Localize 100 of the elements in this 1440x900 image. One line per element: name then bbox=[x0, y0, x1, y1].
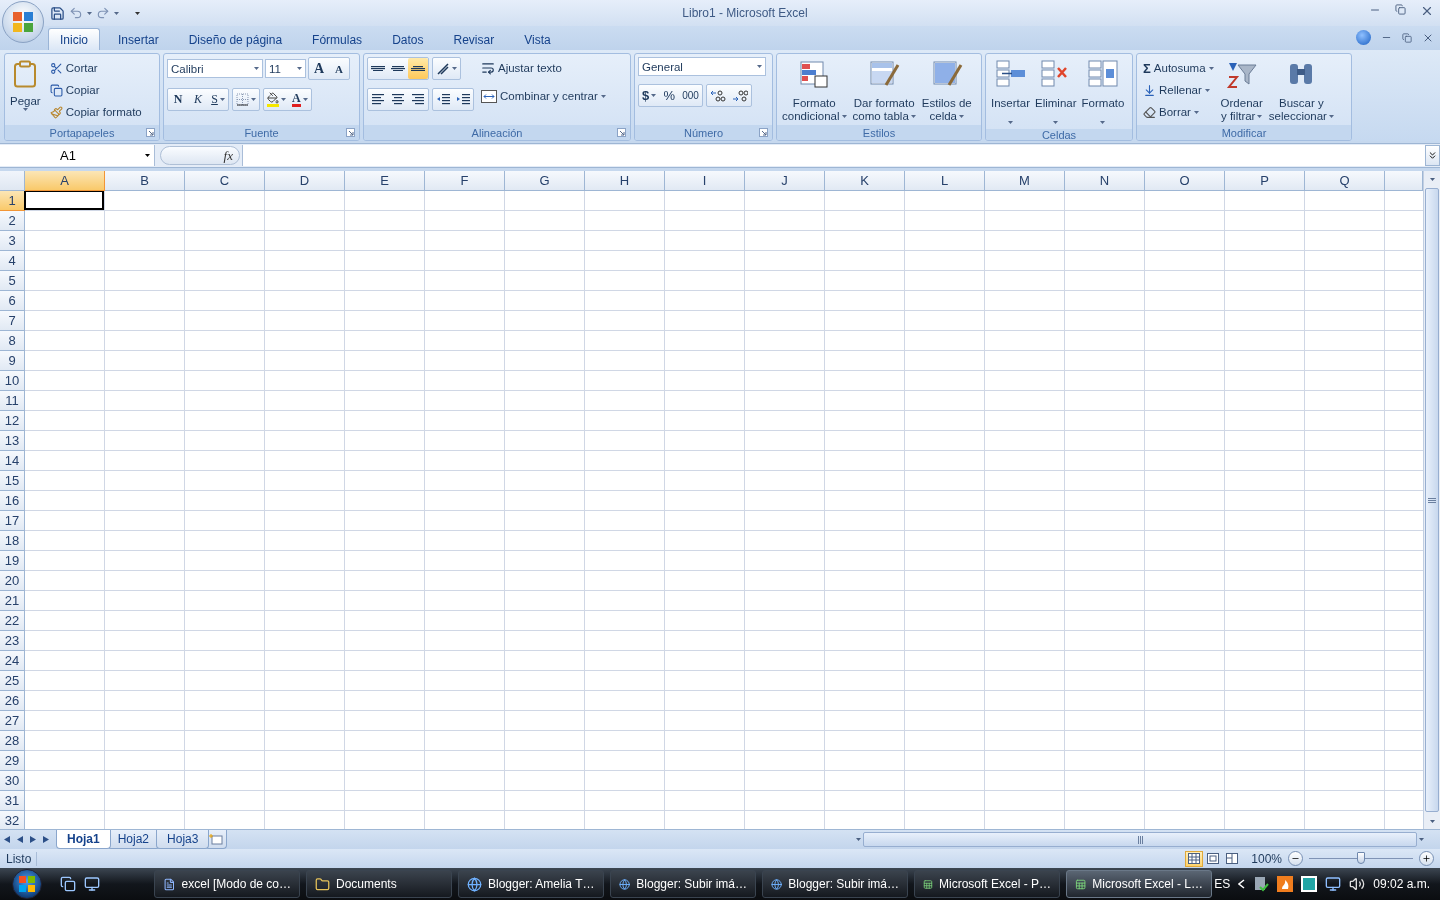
row-header[interactable]: 31 bbox=[0, 791, 25, 811]
row-header[interactable]: 24 bbox=[0, 651, 25, 671]
font-color-button[interactable]: A bbox=[289, 89, 311, 110]
currency-button[interactable]: $ bbox=[639, 85, 660, 106]
row-header[interactable]: 6 bbox=[0, 291, 25, 311]
volume-icon[interactable] bbox=[1349, 876, 1366, 892]
row-header[interactable]: 27 bbox=[0, 711, 25, 731]
number-format-field[interactable]: General bbox=[638, 57, 766, 76]
font-name-field[interactable]: Calibri bbox=[167, 59, 263, 78]
formula-input[interactable] bbox=[242, 145, 1425, 166]
restore-button[interactable] bbox=[1402, 32, 1412, 43]
row-header[interactable]: 23 bbox=[0, 631, 25, 651]
row-header[interactable]: 30 bbox=[0, 771, 25, 791]
ribbon-tab[interactable]: Inicio bbox=[48, 28, 100, 50]
clipboard-action-button[interactable]: Copiar bbox=[46, 79, 145, 101]
row-header[interactable]: 3 bbox=[0, 231, 25, 251]
clipboard-action-button[interactable]: Cortar bbox=[46, 57, 145, 79]
dialog-launcher-icon[interactable] bbox=[759, 128, 768, 137]
style-button[interactable]: Dar formato como tabla bbox=[850, 57, 918, 125]
ribbon-tab[interactable]: Insertar bbox=[106, 28, 171, 50]
row-header[interactable]: 16 bbox=[0, 491, 25, 511]
column-header[interactable]: O bbox=[1145, 171, 1225, 191]
shrink-font-button[interactable]: A bbox=[329, 58, 349, 79]
merge-center-button[interactable]: Combinar y centrar bbox=[478, 85, 609, 107]
column-header[interactable]: D bbox=[265, 171, 345, 191]
close-button[interactable] bbox=[1420, 4, 1434, 18]
thousands-button[interactable]: 000 bbox=[679, 85, 702, 106]
row-header[interactable]: 17 bbox=[0, 511, 25, 531]
column-header[interactable]: Q bbox=[1305, 171, 1385, 191]
taskbar-button[interactable]: Microsoft Excel - L… bbox=[1066, 870, 1212, 898]
sheet-tab[interactable]: Hoja3 bbox=[156, 830, 210, 849]
taskbar-button[interactable]: Microsoft Excel - P… bbox=[914, 870, 1060, 898]
zoom-out-button[interactable] bbox=[1288, 851, 1303, 866]
vertical-align-button[interactable] bbox=[408, 58, 428, 79]
row-header[interactable]: 32 bbox=[0, 811, 25, 829]
column-header[interactable]: M bbox=[985, 171, 1065, 191]
orientation-button[interactable] bbox=[432, 57, 461, 80]
row-header[interactable]: 22 bbox=[0, 611, 25, 631]
editing-action-button[interactable]: Σ Autosuma bbox=[1140, 57, 1217, 79]
row-header[interactable]: 4 bbox=[0, 251, 25, 271]
start-button[interactable] bbox=[12, 869, 42, 899]
row-header[interactable]: 8 bbox=[0, 331, 25, 351]
column-header[interactable]: F bbox=[425, 171, 505, 191]
column-header[interactable]: L bbox=[905, 171, 985, 191]
ribbon-tab[interactable]: Datos bbox=[380, 28, 436, 50]
fill-color-button[interactable] bbox=[264, 89, 289, 110]
editing-button[interactable]: Ordenar y filtrar bbox=[1218, 57, 1265, 125]
row-header[interactable]: 12 bbox=[0, 411, 25, 431]
grow-font-button[interactable]: A bbox=[309, 58, 329, 79]
taskbar-button[interactable]: excel [Modo de co… bbox=[154, 870, 300, 898]
taskbar-button[interactable]: Blogger: Amelia T… bbox=[458, 870, 604, 898]
row-header[interactable]: 14 bbox=[0, 451, 25, 471]
editing-action-button[interactable]: Rellenar bbox=[1140, 79, 1217, 101]
row-header[interactable]: 18 bbox=[0, 531, 25, 551]
row-header[interactable]: 20 bbox=[0, 571, 25, 591]
chevron-icon[interactable] bbox=[1238, 879, 1246, 889]
column-header[interactable]: J bbox=[745, 171, 825, 191]
row-header[interactable]: 10 bbox=[0, 371, 25, 391]
dialog-launcher-icon[interactable] bbox=[617, 128, 626, 137]
row-header[interactable]: 1 bbox=[0, 191, 25, 211]
column-header[interactable]: B bbox=[105, 171, 185, 191]
active-cell[interactable] bbox=[24, 191, 104, 210]
row-header[interactable]: 19 bbox=[0, 551, 25, 571]
ribbon-tab[interactable]: Revisar bbox=[441, 28, 507, 50]
network-icon[interactable] bbox=[1325, 876, 1342, 892]
name-box[interactable]: A1 bbox=[0, 145, 155, 166]
scroll-thumb[interactable] bbox=[863, 832, 1417, 847]
language-indicator[interactable]: ES bbox=[1214, 877, 1231, 891]
row-header[interactable]: 29 bbox=[0, 751, 25, 771]
insert-function-button[interactable]: fx bbox=[160, 146, 240, 165]
ribbon-tab[interactable]: Vista bbox=[512, 28, 563, 50]
editing-action-button[interactable]: Borrar bbox=[1140, 101, 1217, 123]
row-header[interactable]: 28 bbox=[0, 731, 25, 751]
restore-button[interactable] bbox=[1395, 4, 1406, 18]
style-button[interactable]: Formato condicional bbox=[780, 57, 849, 125]
column-header[interactable]: P bbox=[1225, 171, 1305, 191]
taskbar-button[interactable]: Documents bbox=[306, 870, 452, 898]
ribbon-tab[interactable]: Diseño de página bbox=[176, 28, 295, 50]
column-header[interactable]: N bbox=[1065, 171, 1145, 191]
column-header[interactable]: I bbox=[665, 171, 745, 191]
editing-button[interactable]: Buscar y seleccionar bbox=[1266, 57, 1336, 125]
sheet-tab[interactable]: Hoja1 bbox=[56, 830, 111, 849]
flame-icon[interactable] bbox=[1277, 876, 1294, 892]
column-header[interactable]: E bbox=[345, 171, 425, 191]
column-header[interactable]: H bbox=[585, 171, 665, 191]
help-button[interactable] bbox=[1356, 30, 1371, 45]
expand-formula-button[interactable] bbox=[1425, 145, 1440, 166]
zoom-in-button[interactable] bbox=[1419, 851, 1434, 866]
row-header[interactable]: 5 bbox=[0, 271, 25, 291]
row-header[interactable]: 13 bbox=[0, 431, 25, 451]
view-button[interactable] bbox=[1185, 850, 1204, 867]
row-header[interactable]: 15 bbox=[0, 471, 25, 491]
cells-button[interactable]: Formato bbox=[1079, 57, 1127, 129]
column-header[interactable]: C bbox=[185, 171, 265, 191]
column-header[interactable]: A bbox=[25, 171, 105, 191]
cells-button[interactable]: Eliminar bbox=[1033, 57, 1079, 129]
clipboard-action-button[interactable]: Copiar formato bbox=[46, 101, 145, 123]
italic-button[interactable]: K bbox=[188, 89, 208, 110]
row-header[interactable]: 26 bbox=[0, 691, 25, 711]
wrap-text-button[interactable]: Ajustar texto bbox=[478, 57, 609, 79]
